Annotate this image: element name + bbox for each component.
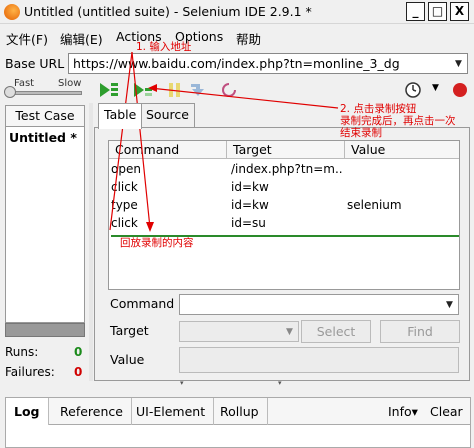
cell-command: open <box>111 162 141 176</box>
annotation-record-stop: 录制完成后，再点击一次 <box>340 115 456 127</box>
play-current-icon[interactable] <box>133 81 153 99</box>
test-case-list: Untitled * <box>5 127 85 323</box>
cell-target: id=kw <box>231 180 269 194</box>
base-url-input[interactable]: https://www.baidu.com/index.php?tn=monli… <box>68 53 468 74</box>
bottom-tab-bar: Log Reference UI-Element Rollup Info▾ Cl… <box>5 397 471 425</box>
play-all-icon[interactable] <box>99 81 119 99</box>
test-case-item[interactable]: Untitled * <box>9 130 77 145</box>
chevron-down-icon[interactable]: ▼ <box>283 325 296 339</box>
value-label: Value <box>110 352 145 367</box>
annotation-playback: 回放录制的内容 <box>120 237 194 249</box>
runs-label: Runs: <box>5 345 39 359</box>
tab-ui-element[interactable]: UI-Element <box>128 398 215 425</box>
maximize-button[interactable]: □ <box>428 2 447 21</box>
base-url-label: Base URL <box>5 56 65 71</box>
find-button[interactable]: Find <box>380 320 460 343</box>
menu-edit[interactable]: 编辑(E) <box>60 29 103 48</box>
tab-reference[interactable]: Reference <box>52 398 132 425</box>
cell-command: type <box>111 198 138 212</box>
tab-table[interactable]: Table <box>98 103 143 129</box>
minimize-button[interactable]: _ <box>406 2 425 21</box>
base-url-row: Base URL https://www.baidu.com/index.php… <box>0 52 474 76</box>
cell-target: id=kw <box>231 198 269 212</box>
cell-command: click <box>111 216 138 230</box>
column-header-command[interactable]: Command <box>109 141 227 159</box>
step-icon[interactable] <box>188 81 208 99</box>
tab-content: Command Target Value open /index.php?tn=… <box>94 127 470 381</box>
select-button[interactable]: Select <box>301 320 371 343</box>
cell-target: /index.php?tn=m... <box>231 162 343 176</box>
command-combo[interactable]: ▼ <box>179 294 459 315</box>
rollup-icon[interactable] <box>219 81 239 99</box>
menu-bar: 文件(F) 编辑(E) Actions Options 帮助 <box>0 25 474 47</box>
speed-slider-track[interactable] <box>6 91 82 95</box>
annotation-enter-url: 1. 输入地址 <box>136 41 192 53</box>
chevron-down-icon: ▾ <box>180 379 184 387</box>
tab-rollup[interactable]: Rollup <box>212 398 268 425</box>
chevron-down-icon[interactable]: ▼ <box>432 83 439 93</box>
horizontal-scrollbar[interactable]: ▾ ▾ <box>0 379 474 390</box>
chevron-down-icon: ▾ <box>278 379 282 387</box>
info-dropdown[interactable]: Info▾ <box>388 404 418 419</box>
close-button[interactable]: X <box>450 2 469 21</box>
base-url-value: https://www.baidu.com/index.php?tn=monli… <box>73 56 400 71</box>
tab-log[interactable]: Log <box>6 398 49 425</box>
target-combo[interactable]: ▼ <box>179 321 299 342</box>
chevron-down-icon[interactable]: ▼ <box>452 57 465 71</box>
schedule-icon[interactable] <box>404 81 424 99</box>
record-icon[interactable] <box>451 81 471 99</box>
speed-fast-label: Fast <box>14 78 35 89</box>
test-case-panel: Test Case Untitled * Runs: 0 Failures: 0 <box>3 103 87 381</box>
run-progress-bar <box>5 323 85 337</box>
window-title: Untitled (untitled suite) - Selenium IDE… <box>24 4 312 19</box>
cell-target: id=su <box>231 216 266 230</box>
value-input[interactable] <box>179 347 459 373</box>
log-area <box>5 425 471 448</box>
speed-slow-label: Slow <box>58 78 82 89</box>
speed-slider-handle[interactable] <box>4 86 16 98</box>
annotation-record-step: 2. 点击录制按钮 <box>340 103 417 115</box>
cell-command: click <box>111 180 138 194</box>
column-header-value[interactable]: Value <box>345 141 459 159</box>
cell-value: selenium <box>347 198 402 212</box>
clear-button[interactable]: Clear <box>430 404 463 419</box>
runs-count: 0 <box>74 345 83 359</box>
column-header-target[interactable]: Target <box>227 141 345 159</box>
annotation-record-end: 结束录制 <box>340 127 382 139</box>
failures-label: Failures: <box>5 365 55 379</box>
test-case-header[interactable]: Test Case <box>5 105 85 127</box>
chevron-down-icon[interactable]: ▼ <box>443 298 456 312</box>
panel-splitter[interactable] <box>89 103 93 381</box>
menu-help[interactable]: 帮助 <box>236 29 261 48</box>
menu-file[interactable]: 文件(F) <box>6 29 48 48</box>
firefox-icon <box>4 4 20 20</box>
toolbar: Fast Slow ▼ <box>0 77 474 103</box>
command-label: Command <box>110 296 175 311</box>
target-label: Target <box>110 323 149 338</box>
title-bar: Untitled (untitled suite) - Selenium IDE… <box>0 0 474 24</box>
failures-count: 0 <box>74 365 83 379</box>
command-table: Command Target Value open /index.php?tn=… <box>108 140 460 290</box>
pause-icon[interactable] <box>165 81 185 99</box>
tab-source[interactable]: Source <box>140 103 195 127</box>
